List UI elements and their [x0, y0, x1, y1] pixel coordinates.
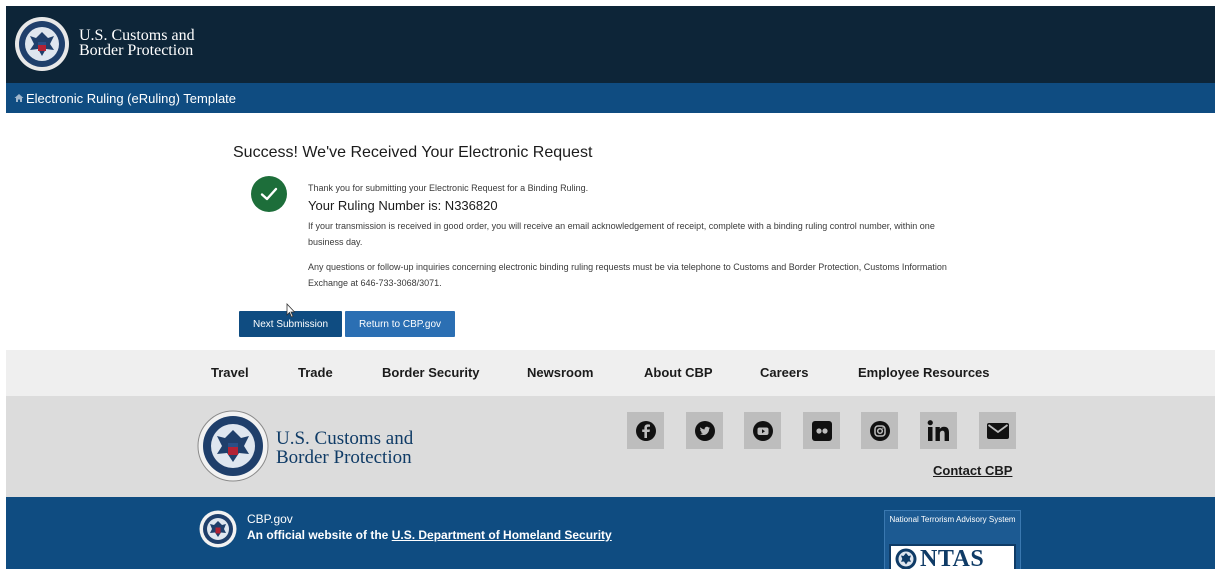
twitter-icon[interactable]	[686, 412, 723, 449]
acknowledgement-text: If your transmission is received in good…	[308, 221, 935, 247]
contact-cbp-link[interactable]: Contact CBP	[933, 463, 1012, 478]
footer-official: CBP.gov An official website of the U.S. …	[6, 497, 1215, 569]
ntas-caption: National Terrorism Advisory System	[889, 515, 1016, 524]
nav-item-travel[interactable]: Travel	[211, 365, 249, 380]
footer-brand: U.S. Customs and Border Protection Conta…	[6, 396, 1215, 497]
cbp-seal-icon[interactable]	[197, 410, 269, 482]
youtube-icon[interactable]	[744, 412, 781, 449]
site-header: U.S. Customs and Border Protection	[6, 6, 1215, 83]
mouse-cursor-icon	[286, 303, 296, 318]
nav-item-employee-resources[interactable]: Employee Resources	[858, 365, 990, 380]
instagram-icon[interactable]	[861, 412, 898, 449]
dhs-link[interactable]: U.S. Department of Homeland Security	[392, 528, 612, 542]
ntas-word: NTAS	[920, 545, 985, 569]
nav-item-border-security[interactable]: Border Security	[382, 365, 480, 380]
return-to-cbp-button[interactable]: Return to CBP.gov	[345, 311, 455, 337]
footer-agency-line2: Border Protection	[276, 447, 412, 468]
agency-name-line2: Border Protection	[79, 42, 194, 59]
check-circle-icon	[251, 176, 287, 212]
official-prefix: An official website of the	[247, 528, 392, 542]
main-content: Success! We've Received Your Electronic …	[6, 113, 1215, 350]
dhs-seal-icon	[895, 548, 917, 569]
page: U.S. Customs and Border Protection Elect…	[6, 6, 1215, 569]
dhs-seal-icon	[199, 510, 237, 548]
page-title: Success! We've Received Your Electronic …	[233, 144, 593, 161]
home-icon[interactable]	[14, 93, 24, 103]
breadcrumb: Electronic Ruling (eRuling) Template	[6, 83, 1215, 113]
footer-nav: Travel Trade Border Security Newsroom Ab…	[6, 350, 1215, 396]
email-icon[interactable]	[979, 412, 1016, 449]
ruling-number: Your Ruling Number is: N336820	[308, 198, 498, 213]
footer-agency-line1: U.S. Customs and	[276, 428, 414, 449]
questions-text: Any questions or follow-up inquiries con…	[308, 262, 947, 288]
footer-agency-name[interactable]: U.S. Customs and Border Protection	[276, 429, 413, 467]
confirmation-message: Thank you for submitting your Electronic…	[308, 180, 958, 291]
thanks-text: Thank you for submitting your Electronic…	[308, 183, 589, 193]
ntas-badge[interactable]: National Terrorism Advisory System NTAS	[884, 510, 1021, 569]
nav-item-about-cbp[interactable]: About CBP	[644, 365, 713, 380]
flickr-icon[interactable]	[803, 412, 840, 449]
nav-item-trade[interactable]: Trade	[298, 365, 333, 380]
breadcrumb-label[interactable]: Electronic Ruling (eRuling) Template	[26, 91, 236, 106]
cbp-seal-icon[interactable]	[14, 16, 70, 72]
agency-name[interactable]: U.S. Customs and Border Protection	[79, 27, 195, 59]
official-website-text: An official website of the U.S. Departme…	[247, 528, 612, 542]
site-name: CBP.gov	[247, 512, 293, 526]
agency-name-line1: U.S. Customs and	[79, 27, 195, 44]
ntas-logo: NTAS	[889, 544, 1016, 569]
facebook-icon[interactable]	[627, 412, 664, 449]
nav-item-careers[interactable]: Careers	[760, 365, 808, 380]
linkedin-icon[interactable]	[920, 412, 957, 449]
nav-item-newsroom[interactable]: Newsroom	[527, 365, 593, 380]
